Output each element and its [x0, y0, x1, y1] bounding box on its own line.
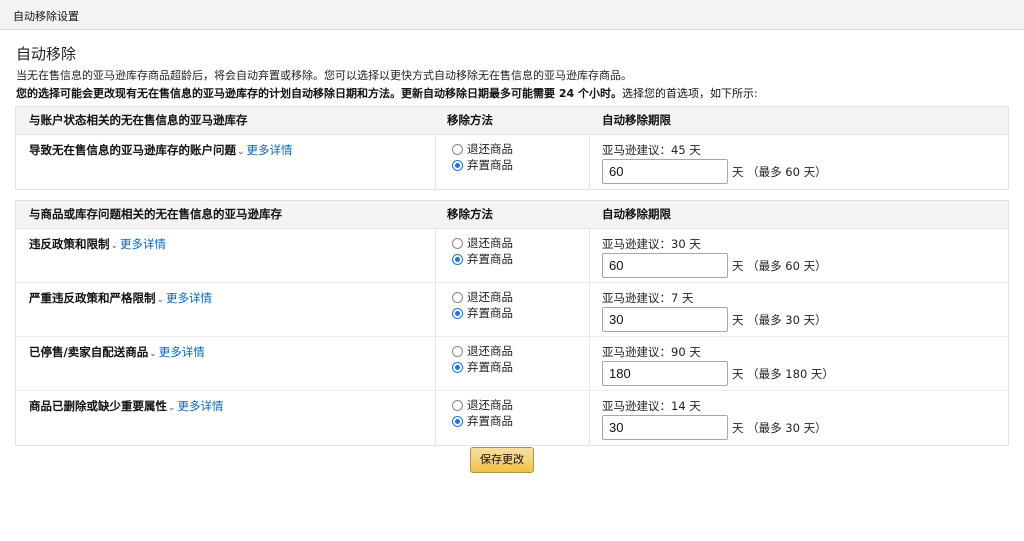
radio-button[interactable] [452, 345, 463, 357]
table-row: 已停售/卖家自配送商品⌄更多详情 退还商品 弃置商品 亚马逊建议：90 天 天 … [16, 337, 1008, 391]
days-unit: 天 （最多 30 天） [732, 313, 827, 327]
days-unit: 天 （最多 60 天） [732, 165, 827, 179]
page-description: 当无在售信息的亚马逊库存商品超龄后，将会自动弃置或移除。您可以选择以更快方式自动… [16, 69, 632, 82]
radio-button[interactable] [452, 143, 463, 155]
days-input[interactable] [602, 159, 728, 184]
header-method: 移除方法 [447, 113, 493, 127]
header-reason: 与商品或库存问题相关的无在售信息的亚马逊库存 [29, 207, 282, 221]
radio-button[interactable] [452, 399, 463, 411]
header-method: 移除方法 [447, 207, 493, 221]
table-row: 违反政策和限制⌄更多详情 退还商品 弃置商品 亚马逊建议：30 天 天 （最多 … [16, 229, 1008, 283]
row-reason: 商品已删除或缺少重要属性⌄ 更多详情 [29, 399, 224, 413]
radio-button[interactable] [452, 291, 463, 303]
days-unit: 天 （最多 180 天） [732, 367, 834, 381]
amazon-suggestion: 亚马逊建议：30 天 [602, 237, 701, 251]
radio-return[interactable]: 退还商品 [452, 343, 513, 359]
days-input[interactable] [602, 361, 728, 386]
more-details-link[interactable]: 更多详情 [166, 291, 212, 305]
table-row: 严重违反政策和严格限制⌄更多详情 退还商品 弃置商品 亚马逊建议：7 天 天 （… [16, 283, 1008, 337]
removal-method-group: 退还商品 弃置商品 [452, 141, 513, 173]
row-reason: 严重违反政策和严格限制⌄ 更多详情 [29, 291, 213, 305]
removal-method-group: 退还商品 弃置商品 [452, 235, 513, 267]
days-unit: 天 （最多 60 天） [732, 259, 827, 273]
table-header: 与账户状态相关的无在售信息的亚马逊库存 移除方法 自动移除期限 [16, 107, 1008, 135]
header-period: 自动移除期限 [602, 207, 671, 221]
radio-button-selected[interactable] [452, 415, 463, 427]
radio-return[interactable]: 退还商品 [452, 235, 513, 251]
radio-button-selected[interactable] [452, 159, 463, 171]
more-details-link[interactable]: 更多详情 [120, 237, 166, 251]
save-button[interactable]: 保存更改 [470, 447, 534, 473]
radio-return[interactable]: 退还商品 [452, 141, 513, 157]
table-row: 导致无在售信息的亚马逊库存的账户问题⌄ 更多详情 退还商品 弃置商品 亚马逊建议：… [16, 135, 1008, 189]
header-period: 自动移除期限 [602, 113, 671, 127]
page-notice: 您的选择可能会更改现有无在售信息的亚马逊库存的计划自动移除日期和方法。更新自动移… [16, 85, 758, 101]
radio-return[interactable]: 退还商品 [452, 397, 513, 413]
row-reason: 导致无在售信息的亚马逊库存的账户问题⌄ 更多详情 [29, 143, 293, 157]
account-status-table: 与账户状态相关的无在售信息的亚马逊库存 移除方法 自动移除期限 导致无在售信息的… [15, 106, 1009, 190]
notice-tail: 选择您的首选项，如下所示: [621, 87, 758, 100]
chevron-down-icon[interactable]: ⌄ [157, 295, 165, 305]
page-heading: 自动移除 [16, 45, 77, 63]
row-reason: 已停售/卖家自配送商品⌄ 更多详情 [29, 345, 205, 359]
radio-button[interactable] [452, 237, 463, 249]
removal-method-group: 退还商品 弃置商品 [452, 289, 513, 321]
radio-dispose[interactable]: 弃置商品 [452, 157, 513, 173]
table-row: 商品已删除或缺少重要属性⌄更多详情 退还商品 弃置商品 亚马逊建议：14 天 天… [16, 391, 1008, 445]
days-unit: 天 （最多 30 天） [732, 421, 827, 435]
radio-button-selected[interactable] [452, 361, 463, 373]
radio-dispose[interactable]: 弃置商品 [452, 359, 513, 375]
radio-button-selected[interactable] [452, 253, 463, 265]
amazon-suggestion: 亚马逊建议：45 天 [602, 143, 701, 157]
listing-issue-table: 与商品或库存问题相关的无在售信息的亚马逊库存 移除方法 自动移除期限 违反政策和… [15, 200, 1009, 446]
more-details-link[interactable]: 更多详情 [178, 399, 224, 413]
window-titlebar: 自动移除设置 [0, 0, 1024, 30]
chevron-down-icon[interactable]: ⌄ [237, 147, 245, 157]
radio-dispose[interactable]: 弃置商品 [452, 251, 513, 267]
radio-dispose[interactable]: 弃置商品 [452, 413, 513, 429]
more-details-link[interactable]: 更多详情 [247, 143, 293, 157]
chevron-down-icon[interactable]: ⌄ [149, 349, 157, 359]
chevron-down-icon[interactable]: ⌄ [168, 403, 176, 413]
radio-return[interactable]: 退还商品 [452, 289, 513, 305]
removal-method-group: 退还商品 弃置商品 [452, 343, 513, 375]
days-input[interactable] [602, 253, 728, 278]
amazon-suggestion: 亚马逊建议：14 天 [602, 399, 701, 413]
notice-bold: 您的选择可能会更改现有无在售信息的亚马逊库存的计划自动移除日期和方法。更新自动移… [16, 87, 622, 100]
window-title: 自动移除设置 [13, 10, 79, 23]
amazon-suggestion: 亚马逊建议：7 天 [602, 291, 694, 305]
more-details-link[interactable]: 更多详情 [159, 345, 205, 359]
radio-dispose[interactable]: 弃置商品 [452, 305, 513, 321]
table-header: 与商品或库存问题相关的无在售信息的亚马逊库存 移除方法 自动移除期限 [16, 201, 1008, 229]
chevron-down-icon[interactable]: ⌄ [111, 241, 119, 251]
days-input[interactable] [602, 415, 728, 440]
days-input[interactable] [602, 307, 728, 332]
radio-button-selected[interactable] [452, 307, 463, 319]
amazon-suggestion: 亚马逊建议：90 天 [602, 345, 701, 359]
header-reason: 与账户状态相关的无在售信息的亚马逊库存 [29, 113, 248, 127]
removal-method-group: 退还商品 弃置商品 [452, 397, 513, 429]
row-reason: 违反政策和限制⌄ 更多详情 [29, 237, 167, 251]
